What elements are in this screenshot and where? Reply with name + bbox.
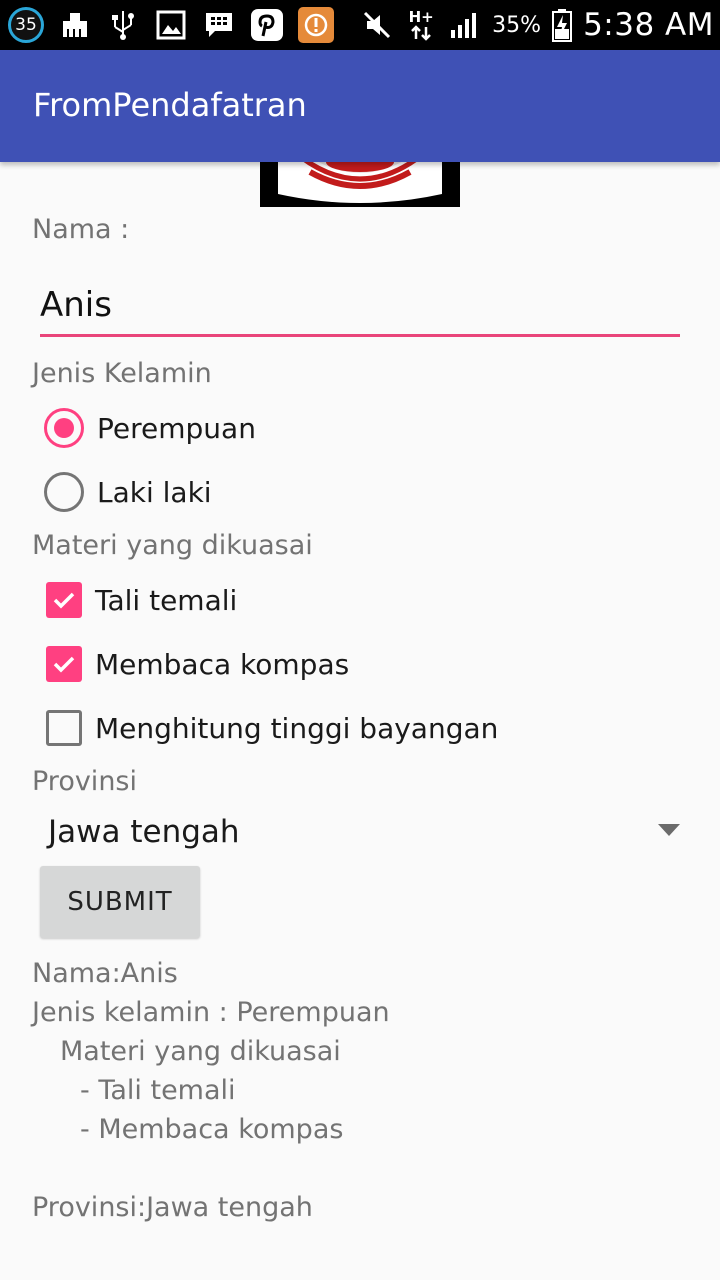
checkbox-tali-temali-label: Tali temali <box>95 583 238 617</box>
radio-perempuan-label: Perempuan <box>97 411 256 445</box>
bbm-icon <box>202 8 236 42</box>
notification-count-badge: 35 <box>8 7 44 43</box>
cleaner-icon <box>58 8 92 42</box>
result-nama: Nama:Anis <box>32 958 178 989</box>
nama-label: Nama : <box>32 214 130 245</box>
gender-label: Jenis Kelamin <box>32 358 212 389</box>
provinsi-spinner[interactable]: Jawa tengah <box>40 806 684 858</box>
radio-perempuan[interactable]: Perempuan <box>44 406 256 450</box>
checkbox-membaca-kompas[interactable]: Membaca kompas <box>44 642 349 686</box>
pinterest-icon <box>250 8 284 42</box>
result-materi-header: Materi yang dikuasai <box>60 1036 341 1067</box>
result-materi-item: - Membaca kompas <box>80 1114 344 1145</box>
usb-icon <box>106 8 140 42</box>
checkbox-tali-temali[interactable]: Tali temali <box>44 578 237 622</box>
status-bar: 35 H+ 35% 5:38 AM <box>0 0 720 50</box>
radio-laki-laki[interactable]: Laki laki <box>44 470 212 514</box>
app-title: FromPendafatran <box>33 86 307 124</box>
result-jenis-kelamin: Jenis kelamin : Perempuan <box>32 997 390 1028</box>
checkbox-membaca-kompas-label: Membaca kompas <box>95 647 350 681</box>
nama-input[interactable] <box>40 275 680 337</box>
app-bar: FromPendafatran <box>0 50 720 162</box>
signal-icon <box>448 8 482 42</box>
checkbox-checked-icon <box>46 646 82 682</box>
battery-percent: 35% <box>492 12 542 38</box>
mute-icon <box>360 8 394 42</box>
checkbox-menghitung-tinggi-bayangan-label: Menghitung tinggi bayangan <box>95 711 499 745</box>
status-bar-system: H+ 35% 5:38 AM <box>360 6 714 44</box>
result-materi-item: - Tali temali <box>80 1075 236 1106</box>
radio-selected-icon <box>44 408 84 448</box>
alert-app-icon <box>298 7 334 43</box>
checkbox-checked-icon <box>46 582 82 618</box>
status-bar-notifications: 35 <box>8 6 334 44</box>
checkbox-menghitung-tinggi-bayangan[interactable]: Menghitung tinggi bayangan <box>44 706 498 750</box>
battery-charging-icon <box>551 8 573 42</box>
radio-laki-laki-label: Laki laki <box>97 475 212 509</box>
materi-label: Materi yang dikuasai <box>32 530 313 561</box>
data-icon: H+ <box>404 8 438 42</box>
result-provinsi: Provinsi:Jawa tengah <box>32 1192 313 1223</box>
image-icon <box>154 8 188 42</box>
provinsi-selected-value: Jawa tengah <box>48 814 240 850</box>
provinsi-label: Provinsi <box>32 766 137 797</box>
radio-unselected-icon <box>44 472 84 512</box>
clock: 5:38 AM <box>583 7 714 43</box>
checkbox-unchecked-icon <box>46 710 82 746</box>
submit-button[interactable]: SUBMIT <box>40 866 200 938</box>
dropdown-arrow-icon <box>658 824 680 836</box>
